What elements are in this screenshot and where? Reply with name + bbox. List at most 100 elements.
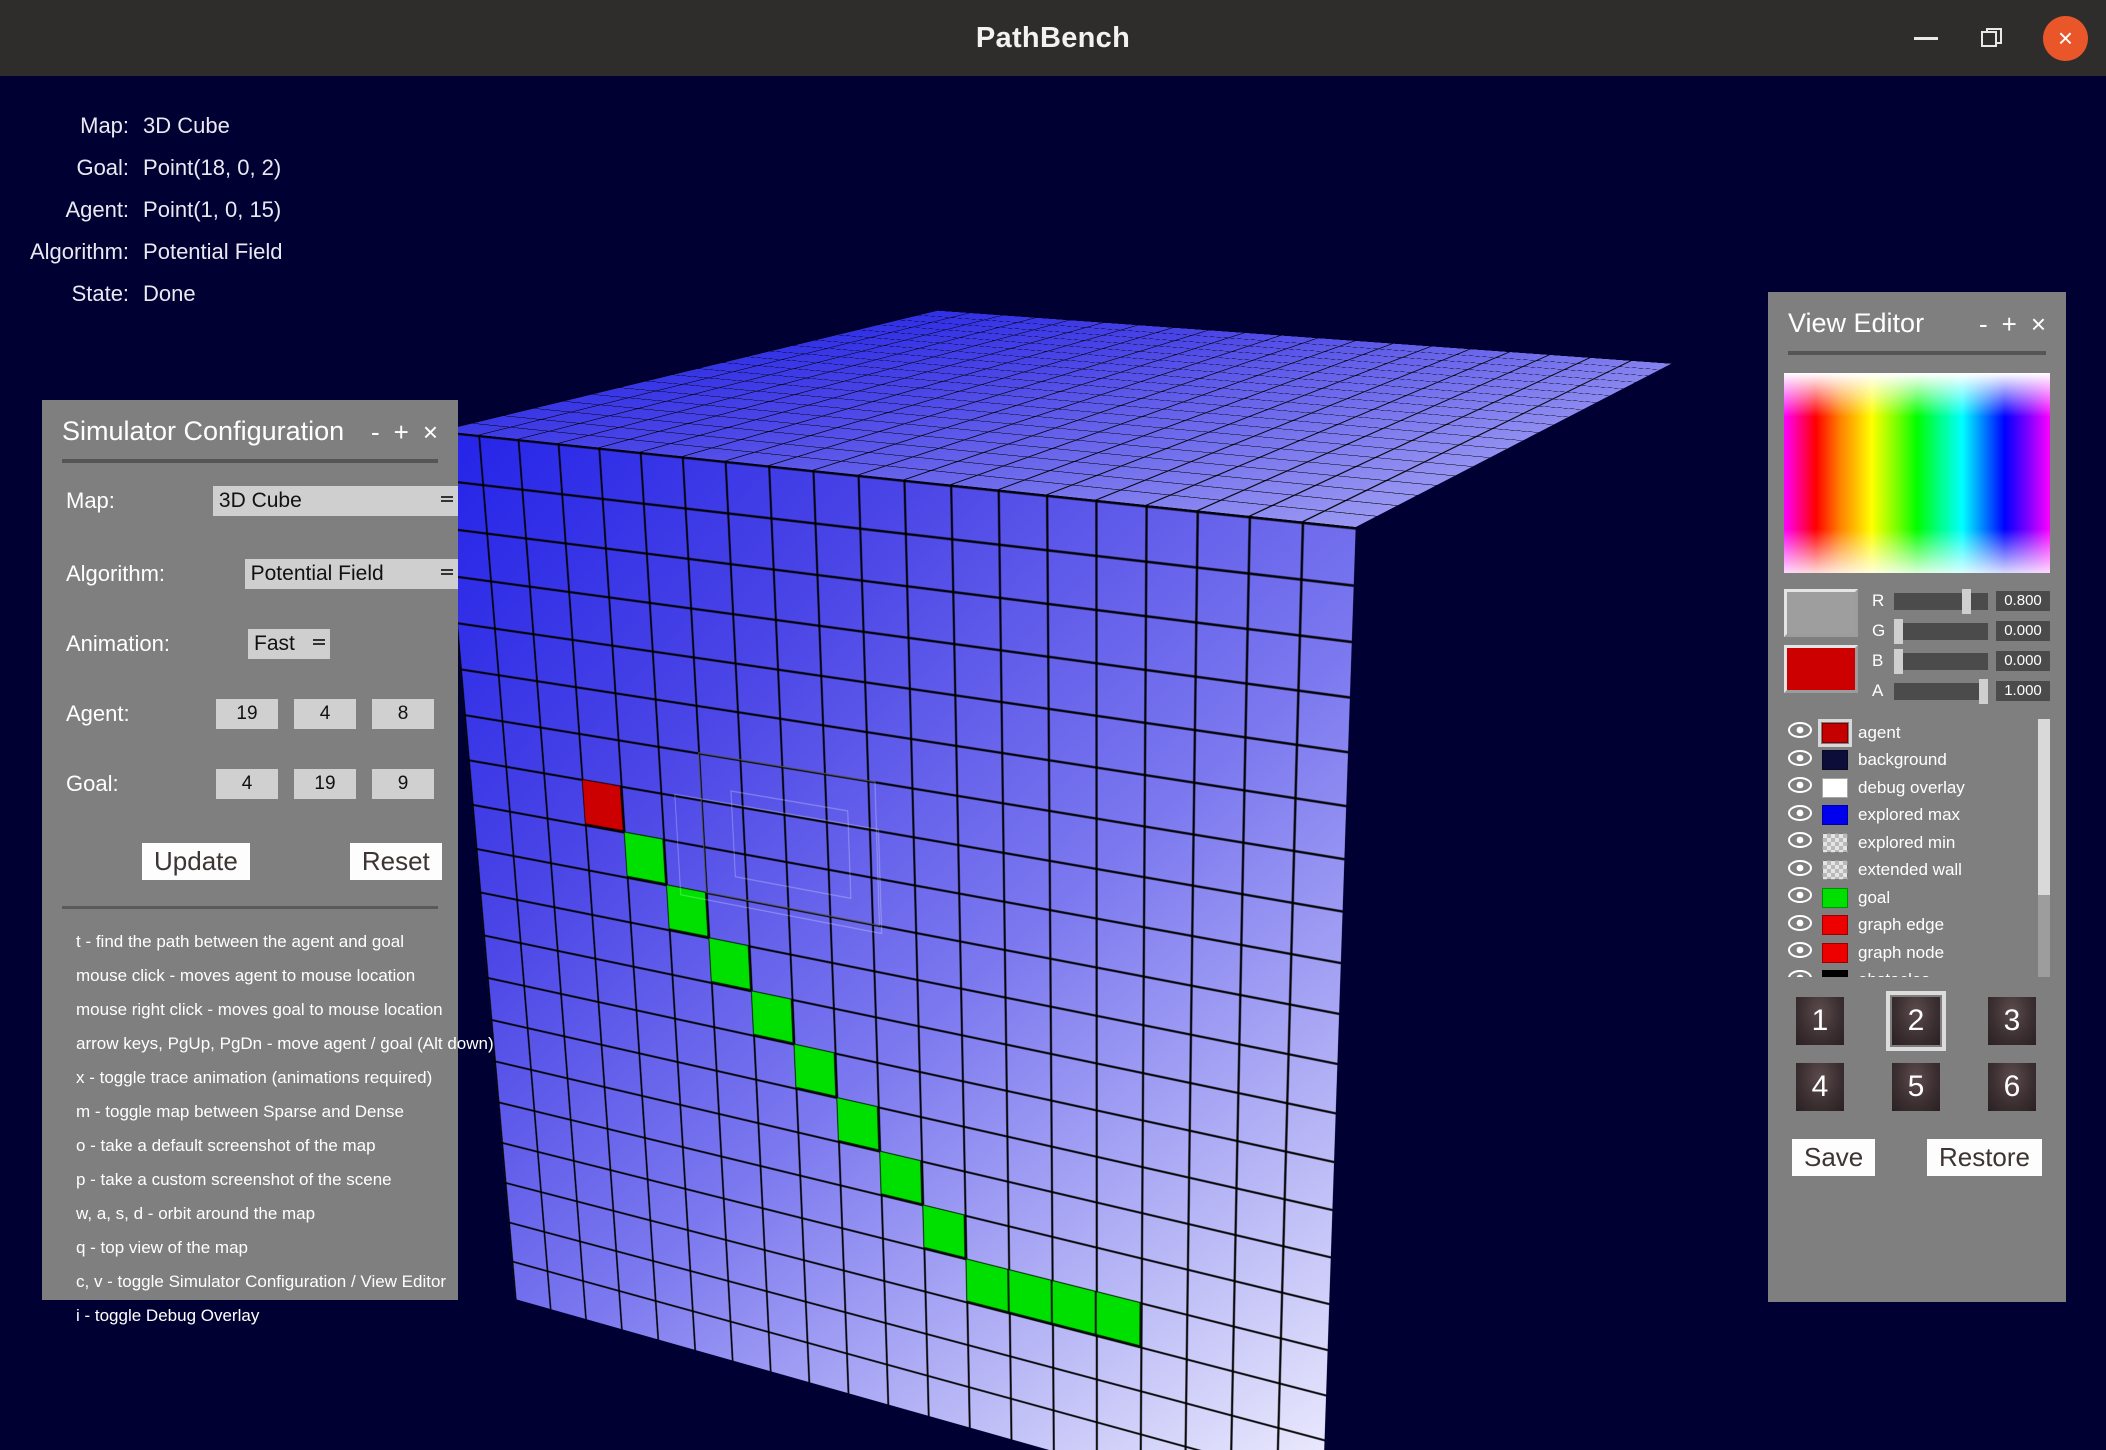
slider-track-b[interactable] <box>1894 653 1988 670</box>
layer-row[interactable]: graph edge <box>1784 912 2050 940</box>
minimize-icon[interactable] <box>1911 23 1941 53</box>
goal-x-input[interactable]: 4 <box>216 769 278 799</box>
preset-button-1[interactable]: 1 <box>1796 997 1844 1045</box>
layer-row[interactable]: goal <box>1784 884 2050 912</box>
eye-icon[interactable] <box>1788 722 1812 743</box>
layer-color-swatch[interactable] <box>1822 750 1848 770</box>
close-icon[interactable]: × <box>2031 311 2046 337</box>
animation-select[interactable]: Fast <box>248 629 330 659</box>
scrollbar-thumb[interactable] <box>2038 719 2050 895</box>
layer-name: explored min <box>1858 833 1955 853</box>
layer-row[interactable]: graph node <box>1784 939 2050 967</box>
agent-row: Agent: 19 4 8 <box>42 679 458 749</box>
goal-y-input[interactable]: 19 <box>294 769 356 799</box>
agent-y-input[interactable]: 4 <box>294 699 356 729</box>
shortcut-item: i - toggle Debug Overlay <box>62 1299 438 1333</box>
channel-value-g[interactable]: 0.000 <box>1996 621 2050 641</box>
layer-color-swatch[interactable] <box>1822 805 1848 825</box>
slider-knob-r[interactable] <box>1962 589 1971 614</box>
layer-row[interactable]: agent <box>1784 719 2050 747</box>
info-value: Done <box>143 273 282 315</box>
layer-color-swatch[interactable] <box>1822 888 1848 908</box>
layer-row[interactable]: extended wall <box>1784 857 2050 885</box>
slider-knob-g[interactable] <box>1894 619 1903 644</box>
preset-buttons: 123 456 <box>1796 997 2038 1111</box>
update-button[interactable]: Update <box>142 843 250 880</box>
layer-row[interactable]: explored max <box>1784 802 2050 830</box>
window-controls: × <box>1911 0 2088 76</box>
animation-label: Animation: <box>66 631 216 657</box>
layer-color-swatch[interactable] <box>1822 860 1848 880</box>
slider-track-g[interactable] <box>1894 623 1988 640</box>
layer-row[interactable]: background <box>1784 747 2050 775</box>
info-row: Algorithm: Potential Field <box>30 231 282 273</box>
save-button[interactable]: Save <box>1792 1139 1875 1176</box>
layer-name: background <box>1858 750 1947 770</box>
eye-icon[interactable] <box>1788 750 1812 771</box>
layer-color-swatch[interactable] <box>1822 778 1848 798</box>
close-icon[interactable]: × <box>423 419 438 445</box>
reset-button[interactable]: Reset <box>350 843 442 880</box>
goal-marker <box>1096 1291 1141 1347</box>
layer-row[interactable]: debug overlay <box>1784 774 2050 802</box>
eye-icon[interactable] <box>1788 887 1812 908</box>
slider-track-r[interactable] <box>1894 593 1988 610</box>
layer-color-swatch[interactable] <box>1822 915 1848 935</box>
map-select[interactable]: 3D Cube <box>213 486 458 516</box>
map-select-value: 3D Cube <box>219 489 302 512</box>
channel-value-b[interactable]: 0.000 <box>1996 651 2050 671</box>
layer-list-scrollbar[interactable] <box>2038 719 2050 977</box>
eye-icon[interactable] <box>1788 942 1812 963</box>
maximize-icon[interactable]: + <box>394 419 409 445</box>
info-key: Goal: <box>30 147 143 189</box>
eye-icon[interactable] <box>1788 805 1812 826</box>
info-row: Goal: Point(18, 0, 2) <box>30 147 282 189</box>
restore-icon[interactable] <box>1979 25 2005 51</box>
layer-color-swatch[interactable] <box>1822 833 1848 853</box>
save-restore-row: Save Restore <box>1792 1139 2042 1176</box>
chevron-down-icon <box>441 496 453 498</box>
path-cell <box>794 1043 837 1096</box>
eye-icon[interactable] <box>1788 915 1812 936</box>
panel-window-buttons: - + × <box>1979 311 2046 337</box>
channel-value-r[interactable]: 0.800 <box>1996 591 2050 611</box>
preset-button-2[interactable]: 2 <box>1892 997 1940 1045</box>
agent-x-input[interactable]: 19 <box>216 699 278 729</box>
restore-button[interactable]: Restore <box>1927 1139 2042 1176</box>
layer-color-swatch[interactable] <box>1822 723 1848 743</box>
maximize-icon[interactable]: + <box>2002 311 2017 337</box>
slider-knob-b[interactable] <box>1894 649 1903 674</box>
slider-row-g: G 0.000 <box>1872 619 2050 643</box>
channel-value-a[interactable]: 1.000 <box>1996 681 2050 701</box>
slider-knob-a[interactable] <box>1979 679 1988 704</box>
preset-button-3[interactable]: 3 <box>1988 997 2036 1045</box>
layer-name: debug overlay <box>1858 778 1965 798</box>
current-color-preview <box>1784 645 1858 693</box>
layer-color-swatch[interactable] <box>1822 970 1848 977</box>
slider-row-r: R 0.800 <box>1872 589 2050 613</box>
info-value: Potential Field <box>143 231 282 273</box>
layer-row[interactable]: obstacles <box>1784 967 2050 978</box>
chevron-down-icon <box>441 569 453 571</box>
slider-track-a[interactable] <box>1894 683 1988 700</box>
preset-button-6[interactable]: 6 <box>1988 1063 2036 1111</box>
preset-button-5[interactable]: 5 <box>1892 1063 1940 1111</box>
preset-button-4[interactable]: 4 <box>1796 1063 1844 1111</box>
minimize-icon[interactable]: - <box>371 419 380 445</box>
layer-list[interactable]: agent background debug overlay explored max… <box>1784 719 2050 977</box>
eye-icon[interactable] <box>1788 860 1812 881</box>
color-picker-gradient[interactable] <box>1784 373 2050 573</box>
eye-icon[interactable] <box>1788 970 1812 977</box>
path-cell <box>879 1150 922 1204</box>
minimize-icon[interactable]: - <box>1979 311 1988 337</box>
layer-color-swatch[interactable] <box>1822 943 1848 963</box>
path-cell <box>836 1097 879 1151</box>
eye-icon[interactable] <box>1788 832 1812 853</box>
goal-z-input[interactable]: 9 <box>372 769 434 799</box>
close-icon[interactable]: × <box>2043 16 2088 61</box>
agent-z-input[interactable]: 8 <box>372 699 434 729</box>
eye-icon[interactable] <box>1788 777 1812 798</box>
algorithm-select-value: Potential Field <box>251 562 384 585</box>
algorithm-select[interactable]: Potential Field <box>245 559 458 589</box>
layer-row[interactable]: explored min <box>1784 829 2050 857</box>
